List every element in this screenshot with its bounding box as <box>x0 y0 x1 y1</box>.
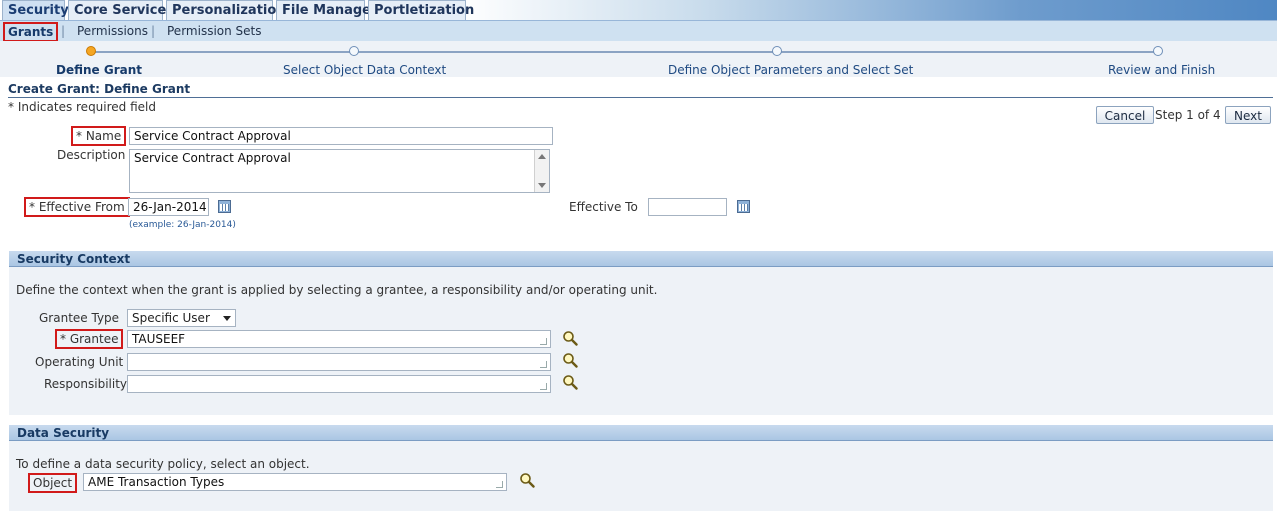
effective-to-input[interactable] <box>648 198 727 216</box>
object-input[interactable]: AME Transaction Types <box>83 473 507 491</box>
operating-unit-label: Operating Unit <box>35 355 124 369</box>
train-line <box>92 51 1158 53</box>
description-scrollbar[interactable] <box>534 150 549 192</box>
tab-security[interactable]: Security <box>2 0 69 20</box>
subnav-permissions[interactable]: Permissions <box>77 24 148 38</box>
search-icon[interactable] <box>562 352 578 368</box>
grantee-label: * Grantee <box>55 329 124 349</box>
search-icon[interactable] <box>562 374 578 390</box>
train-step-3-label: Define Object Parameters and Select Set <box>668 63 914 77</box>
grantee-input[interactable]: TAUSEEF <box>127 330 551 348</box>
calendar-icon[interactable] <box>737 200 750 213</box>
scroll-down-icon[interactable] <box>538 183 546 188</box>
responsibility-label: Responsibility <box>44 377 128 391</box>
main-tab-bar: Security Core Services Personalization F… <box>0 0 1277 20</box>
page-title: Create Grant: Define Grant <box>8 82 191 96</box>
train-step-4-label: Review and Finish <box>1108 63 1216 77</box>
data-security-description: To define a data security policy, select… <box>16 457 310 471</box>
scroll-up-icon[interactable] <box>538 154 546 159</box>
search-icon[interactable] <box>519 472 535 488</box>
search-icon[interactable] <box>562 330 578 346</box>
grantee-type-select[interactable]: Specific User <box>127 309 236 327</box>
effective-from-input[interactable]: 26-Jan-2014 <box>128 198 209 216</box>
security-context-section: Security Context Define the context when… <box>9 251 1273 415</box>
security-context-description: Define the context when the grant is app… <box>16 283 658 297</box>
step-indicator: Step 1 of 4 <box>1155 108 1221 122</box>
tab-file-manager[interactable]: File Manager <box>276 0 377 20</box>
chevron-down-icon <box>223 316 231 321</box>
effective-from-label: * Effective From <box>24 197 130 217</box>
grantee-type-value: Specific User <box>132 311 210 325</box>
tab-portletization[interactable]: Portletization <box>368 0 474 20</box>
tab-core-services[interactable]: Core Services <box>68 0 174 20</box>
subnav-permission-sets[interactable]: Permission Sets <box>167 24 262 38</box>
sub-navigation: Grants | Permissions | Permission Sets <box>0 20 1277 42</box>
description-text: Service Contract Approval <box>134 151 291 165</box>
date-format-hint: (example: 26-Jan-2014) <box>129 220 236 230</box>
title-divider <box>8 97 1273 98</box>
required-field-note: * Indicates required field <box>8 100 157 114</box>
subnav-separator: | <box>61 24 66 38</box>
name-label: * Name <box>71 126 127 146</box>
security-context-header: Security Context <box>9 251 1273 267</box>
train-step-2-label: Select Object Data Context <box>283 63 447 77</box>
train-step-4-dot <box>1153 46 1163 56</box>
responsibility-input[interactable] <box>127 375 551 393</box>
train-step-2-dot <box>349 46 359 56</box>
data-security-header: Data Security <box>9 425 1273 441</box>
effective-to-label: Effective To <box>569 200 638 214</box>
object-label: Object <box>28 473 78 493</box>
subnav-separator: | <box>151 24 156 38</box>
tab-personalization[interactable]: Personalization <box>166 0 286 20</box>
process-train: Define Grant Select Object Data Context … <box>0 41 1277 77</box>
cancel-button[interactable]: Cancel <box>1096 106 1154 124</box>
grantee-type-label: Grantee Type <box>39 311 120 325</box>
train-step-1-label: Define Grant <box>56 63 142 77</box>
description-textarea[interactable]: Service Contract Approval <box>129 149 550 193</box>
description-label: Description <box>57 148 126 162</box>
calendar-icon[interactable] <box>218 200 231 213</box>
name-input[interactable]: Service Contract Approval <box>129 127 553 145</box>
subnav-grants[interactable]: Grants <box>3 22 59 42</box>
operating-unit-input[interactable] <box>127 353 551 371</box>
train-step-3-dot <box>772 46 782 56</box>
train-step-1-dot <box>86 46 96 56</box>
data-security-section: Data Security To define a data security … <box>9 425 1273 511</box>
next-button[interactable]: Next <box>1225 106 1271 124</box>
